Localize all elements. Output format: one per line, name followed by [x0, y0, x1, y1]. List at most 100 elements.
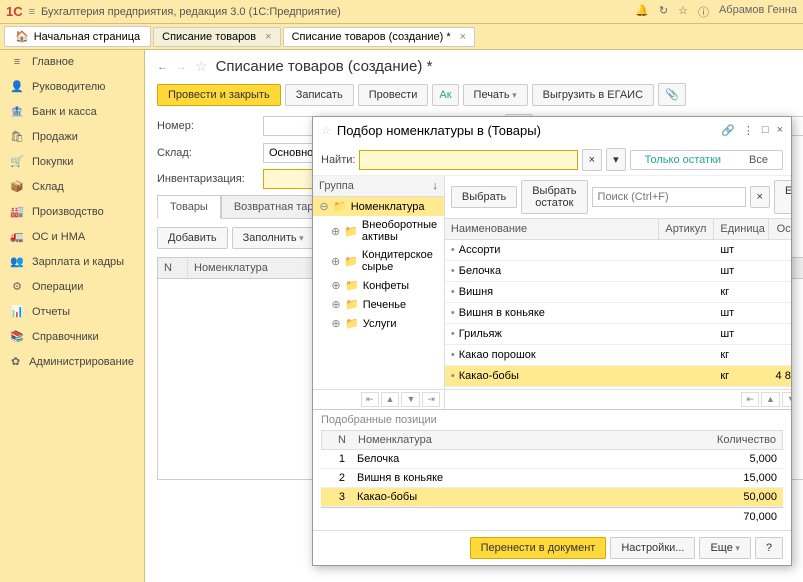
search-input[interactable]	[359, 150, 577, 170]
sidebar-item[interactable]: 👥Зарплата и кадры	[0, 249, 144, 274]
forward-icon[interactable]: →	[176, 61, 187, 73]
menu-icon[interactable]: ≡	[29, 6, 35, 18]
user-label[interactable]: Абрамов Генна	[719, 4, 797, 20]
tree-item[interactable]: ⊕📁Услуги	[313, 314, 444, 333]
star-icon[interactable]: ☆	[678, 4, 688, 20]
toggle-all[interactable]: Все	[735, 151, 782, 169]
list-row[interactable]: •Вишнякг17	[445, 282, 791, 303]
choose-button[interactable]: Выбрать	[451, 186, 517, 208]
sidebar-item[interactable]: 👤Руководителю	[0, 74, 144, 99]
col-stock[interactable]: Остаток	[769, 219, 791, 239]
picked-row[interactable]: 2Вишня в коньяке15,000	[321, 469, 783, 488]
more-button[interactable]: Еще	[774, 180, 791, 214]
cell-qty: 17	[769, 282, 791, 302]
pager-down-icon[interactable]: ▼	[782, 392, 791, 407]
tab-writeoff-create[interactable]: Списание товаров (создание) * ×	[283, 27, 475, 47]
toggle-stock-only[interactable]: Только остатки	[631, 151, 735, 169]
expand-icon[interactable]: ⊕	[331, 279, 341, 292]
cell-unit: шт	[714, 324, 769, 344]
tab-writeoff-list[interactable]: Списание товаров ×	[153, 27, 280, 47]
close-icon[interactable]: ×	[460, 31, 466, 43]
sidebar-item[interactable]: 🚛ОС и НМА	[0, 224, 144, 249]
list-row[interactable]: •Вишня в коньякешт100	[445, 303, 791, 324]
col-n[interactable]: N	[158, 258, 188, 278]
save-button[interactable]: Записать	[285, 84, 354, 106]
sidebar-item[interactable]: ✿Администрирование	[0, 349, 144, 374]
cell-n: 3	[321, 488, 351, 506]
pager-down-icon[interactable]: ▼	[401, 392, 420, 407]
list-row[interactable]: •Какао порошоккг35	[445, 345, 791, 366]
list-search-input[interactable]	[592, 187, 746, 207]
egais-button[interactable]: Выгрузить в ЕГАИС	[532, 84, 654, 106]
expand-icon[interactable]: ⊕	[331, 225, 340, 238]
list-search-clear-icon[interactable]: ×	[750, 186, 770, 208]
sidebar-item[interactable]: ≡Главное	[0, 50, 144, 74]
menu-icon[interactable]: ⋮	[743, 124, 754, 137]
sidebar-item[interactable]: 📚Справочники	[0, 324, 144, 349]
expand-icon[interactable]: ⊕	[331, 298, 341, 311]
search-dropdown-icon[interactable]: ▾	[606, 148, 626, 171]
col-article[interactable]: Артикул	[659, 219, 714, 239]
picked-col-qty[interactable]: Количество	[702, 431, 782, 449]
post-and-close-button[interactable]: Провести и закрыть	[157, 84, 281, 106]
tree-item[interactable]: ⊖📁Номенклатура	[313, 197, 444, 216]
sidebar-item[interactable]: 🛍Продажи	[0, 124, 144, 149]
close-icon[interactable]: ×	[777, 124, 783, 137]
picked-col-name[interactable]: Номенклатура	[352, 431, 702, 449]
sidebar-item[interactable]: 📊Отчеты	[0, 299, 144, 324]
picked-row[interactable]: 1Белочка5,000	[321, 450, 783, 469]
expand-icon[interactable]: ⊕	[331, 317, 341, 330]
pager-first-icon[interactable]: ⇤	[741, 392, 759, 407]
post-button[interactable]: Провести	[358, 84, 429, 106]
transfer-button[interactable]: Перенести в документ	[470, 537, 607, 559]
pager-last-icon[interactable]: ⇥	[422, 392, 440, 407]
help-button[interactable]: ?	[755, 537, 783, 559]
expand-icon[interactable]: ⊕	[331, 255, 340, 268]
subtab-goods[interactable]: Товары	[157, 195, 221, 219]
attachments-icon[interactable]: 📎	[658, 83, 686, 106]
list-row[interactable]: •Какао-бобыкг4 840,75	[445, 366, 791, 387]
col-unit[interactable]: Единица	[714, 219, 769, 239]
pager-up-icon[interactable]: ▲	[761, 392, 780, 407]
maximize-icon[interactable]: □	[762, 124, 769, 137]
tab-home[interactable]: 🏠 Начальная страница	[4, 26, 151, 47]
movements-icon[interactable]: Ак	[432, 84, 458, 106]
link-icon[interactable]: 🔗	[721, 124, 735, 137]
close-icon[interactable]: ×	[265, 31, 271, 43]
sidebar-item[interactable]: 🛒Покупки	[0, 149, 144, 174]
history-icon[interactable]: ↻	[659, 4, 668, 20]
settings-button[interactable]: Настройки...	[610, 537, 695, 559]
sort-icon[interactable]: ↓	[432, 180, 438, 192]
list-row[interactable]: •Ассортишт750	[445, 240, 791, 261]
list-row[interactable]: •Грильяжшт20	[445, 324, 791, 345]
picked-row[interactable]: 3Какао-бобы50,000	[321, 488, 783, 507]
sidebar-label: ОС и НМА	[32, 231, 85, 243]
list-row[interactable]: •Белочкашт50	[445, 261, 791, 282]
sidebar-item[interactable]: 🏭Производство	[0, 199, 144, 224]
add-button[interactable]: Добавить	[157, 227, 228, 249]
choose-stock-button[interactable]: Выбрать остаток	[521, 180, 587, 214]
tree-item[interactable]: ⊕📁Конфеты	[313, 276, 444, 295]
sidebar-item[interactable]: 📦Склад	[0, 174, 144, 199]
picked-col-n[interactable]: N	[322, 431, 352, 449]
sidebar-item[interactable]: 🏦Банк и касса	[0, 99, 144, 124]
pager-first-icon[interactable]: ⇤	[361, 392, 379, 407]
sidebar-item[interactable]: ⚙Операции	[0, 274, 144, 299]
dialog-favorite-icon[interactable]: ☆	[321, 124, 331, 137]
help-icon[interactable]: ⓘ	[698, 4, 709, 20]
fill-button[interactable]: Заполнить	[232, 227, 315, 249]
tree-item[interactable]: ⊕📁Печенье	[313, 295, 444, 314]
sidebar-label: Продажи	[32, 131, 78, 143]
bell-icon[interactable]: 🔔	[635, 4, 649, 20]
col-name[interactable]: Наименование	[445, 219, 659, 239]
tree-item[interactable]: ⊕📁Кондитерское сырье	[313, 246, 444, 276]
favorite-icon[interactable]: ☆	[195, 58, 208, 75]
back-icon[interactable]: ←	[157, 61, 168, 73]
print-button[interactable]: Печать	[463, 84, 528, 106]
expand-icon[interactable]: ⊖	[319, 200, 329, 213]
tree-header-label[interactable]: Группа	[319, 180, 354, 192]
footer-more-button[interactable]: Еще	[699, 537, 750, 559]
search-clear-icon[interactable]: ×	[582, 149, 602, 171]
tree-item[interactable]: ⊕📁Внеоборотные активы	[313, 216, 444, 246]
pager-up-icon[interactable]: ▲	[381, 392, 400, 407]
